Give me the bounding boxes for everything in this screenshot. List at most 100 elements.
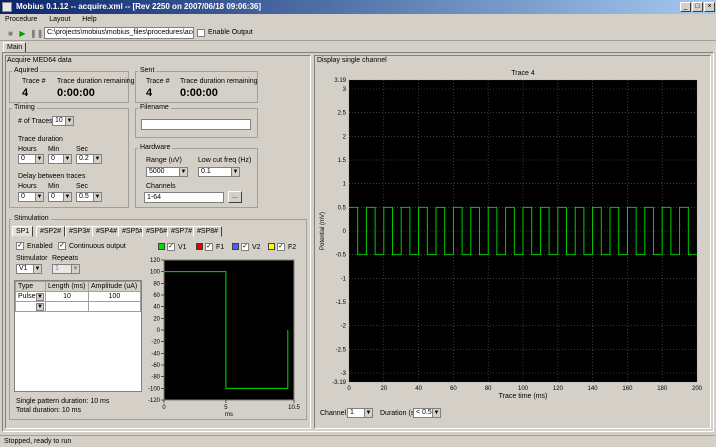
minimize-button[interactable]: _ <box>680 2 691 12</box>
duration-select[interactable]: < 0.5 ▼ <box>413 408 441 418</box>
trace-hours-label: Hours <box>18 146 37 153</box>
chevron-down-icon: ▼ <box>35 155 43 163</box>
chevron-down-icon: ▼ <box>33 265 41 273</box>
table-row[interactable]: Pulse ▼ 10 100 <box>15 291 142 302</box>
amplitude-cell[interactable]: 100 <box>87 291 142 302</box>
hardware-label: Hardware <box>138 144 173 152</box>
type-cell[interactable]: Pulse ▼ <box>15 291 46 302</box>
y-tick-label: -1.5 <box>336 300 347 306</box>
pattern-table: Type Length (ms) Amplitude (uA) Pulse ▼ 1… <box>15 281 142 312</box>
chevron-down-icon[interactable]: ▼ <box>36 303 44 311</box>
stimulator-select[interactable]: V1 ▼ <box>16 264 42 274</box>
column-header-length: Length (ms) <box>45 281 89 292</box>
length-cell[interactable] <box>45 301 89 312</box>
num-traces-select[interactable]: 10 ▼ <box>52 116 74 126</box>
aquired-trace-label: Trace # <box>22 78 46 85</box>
amplitude-cell[interactable] <box>87 301 142 312</box>
channels-input[interactable]: 1-64 <box>144 192 224 203</box>
menu-bar: Procedure Layout Help <box>0 14 716 26</box>
sent-remaining-value: 0:00:00 <box>180 87 218 99</box>
display-title: Display single channel <box>317 57 387 64</box>
duration-label: Duration (s) <box>380 410 417 417</box>
x-tick-label: 10.5 <box>288 405 300 411</box>
sent-trace-value: 4 <box>146 87 153 99</box>
lowcut-select[interactable]: 0.1 ▼ <box>198 167 240 177</box>
f2-checkbox[interactable]: ✓ <box>277 243 285 251</box>
y-tick-label: 0.5 <box>338 205 347 211</box>
y-tick-label: -3.19 <box>332 380 346 386</box>
trace-hours-select[interactable]: 0 ▼ <box>18 154 44 164</box>
delay-sec-select[interactable]: 0.5 ▼ <box>76 192 102 202</box>
total-duration: Total duration: 10 ms <box>16 407 81 414</box>
procedure-path-field[interactable]: C:\projects\mobius\mobius_files\procedur… <box>44 27 194 39</box>
menu-help[interactable]: Help <box>77 16 101 23</box>
aquired-label: Aquired <box>12 67 41 75</box>
single-pattern-duration: Single pattern duration: 10 ms <box>16 398 110 405</box>
browse-channels-button[interactable]: ... <box>228 191 242 203</box>
f1-checkbox[interactable]: ✓ <box>205 243 213 251</box>
range-select[interactable]: 5000 ▼ <box>146 167 188 177</box>
y-tick-label: 2.5 <box>338 111 347 117</box>
stimulator-label: Stimulator <box>16 255 48 262</box>
trace-min-select[interactable]: 0 ▼ <box>48 154 72 164</box>
y-tick-label: 0 <box>157 328 161 334</box>
menu-layout[interactable]: Layout <box>44 16 75 23</box>
tab-sp8[interactable]: #SP8# <box>193 226 223 237</box>
f2-color-swatch <box>268 243 275 250</box>
table-row[interactable]: ▼ <box>15 301 142 312</box>
x-tick-label: 140 <box>588 386 599 392</box>
y-tick-label: 2 <box>343 134 347 140</box>
x-axis-label: ms <box>225 412 233 417</box>
chevron-down-icon: ▼ <box>432 409 440 417</box>
repeats-select[interactable]: 1 ▼ <box>52 264 80 274</box>
maximize-button[interactable]: □ <box>692 2 703 12</box>
chevron-down-icon: ▼ <box>35 193 43 201</box>
sent-label: Sent <box>138 67 157 75</box>
y-tick-label: -40 <box>151 351 160 357</box>
v2-color-swatch <box>232 243 239 250</box>
sent-trace-label: Trace # <box>146 78 170 85</box>
enabled-checkbox[interactable]: ✓ <box>16 242 24 250</box>
x-tick-label: 20 <box>380 386 387 392</box>
pause-icon[interactable]: ❚❚ <box>30 29 43 38</box>
y-tick-label: -60 <box>151 363 160 369</box>
v1-checkbox[interactable]: ✓ <box>167 243 175 251</box>
chevron-down-icon[interactable]: ▼ <box>36 293 44 301</box>
tab-sp7[interactable]: #SP7# <box>167 226 197 237</box>
continuous-output-checkbox[interactable]: ✓ <box>58 242 66 250</box>
x-tick-label: 120 <box>553 386 564 392</box>
y-tick-label: -0.5 <box>336 253 347 259</box>
num-traces-label: # of Traces <box>18 118 53 125</box>
tab-sp2[interactable]: #SP2# <box>36 226 66 237</box>
trace-chart: Trace 4 -3.19 -3 -2.5 -2 -1.5 -1 -0.5 0 0.5 1 1.5 2 2… <box>320 70 703 400</box>
x-tick-label: 200 <box>692 386 703 392</box>
length-cell[interactable]: 10 <box>45 291 89 302</box>
acquire-title: Acquire MED64 data <box>7 57 72 64</box>
close-button[interactable]: × <box>704 2 715 12</box>
v2-checkbox[interactable]: ✓ <box>241 243 249 251</box>
chevron-down-icon: ▼ <box>231 168 239 176</box>
menu-procedure[interactable]: Procedure <box>0 16 42 23</box>
play-icon[interactable]: ▶ <box>18 29 27 38</box>
filename-input[interactable] <box>141 119 251 130</box>
y-tick-label: -20 <box>151 340 160 346</box>
enable-output-checkbox[interactable] <box>197 29 205 37</box>
delay-min-select[interactable]: 0 ▼ <box>48 192 72 202</box>
tab-sp1[interactable]: SP1 <box>12 226 34 237</box>
x-tick-label: 80 <box>485 386 492 392</box>
tab-sp4[interactable]: #SP4# <box>92 226 122 237</box>
trace-sec-label: Sec <box>76 146 89 153</box>
chart-title: Trace 4 <box>511 70 535 77</box>
channel-select[interactable]: 1 ▼ <box>347 408 373 418</box>
title-bar: Mobius 0.1.12 -- acquire.xml -- [Rev 225… <box>0 0 716 14</box>
delay-hours-select[interactable]: 0 ▼ <box>18 192 44 202</box>
type-cell[interactable]: ▼ <box>15 301 46 312</box>
stop-icon[interactable]: ■ <box>6 29 15 38</box>
trace-sec-select[interactable]: 0.2 ▼ <box>76 154 102 164</box>
y-tick-label: 1 <box>343 182 347 188</box>
y-tick-label: 20 <box>153 316 160 322</box>
tab-sp3[interactable]: #SP3# <box>65 226 95 237</box>
x-tick-label: 60 <box>450 386 457 392</box>
plot-area <box>163 259 295 401</box>
x-tick-label: 0 <box>347 386 351 392</box>
